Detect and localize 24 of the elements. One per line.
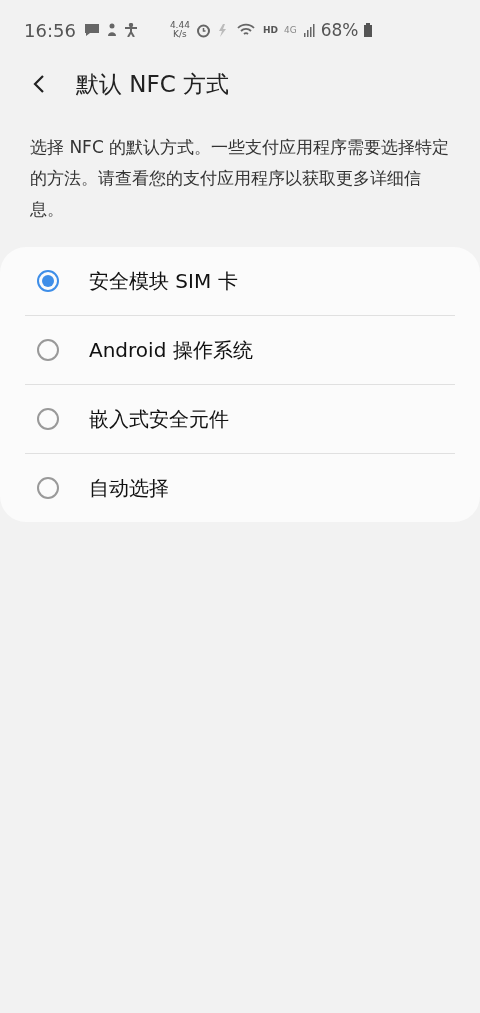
alarm-icon	[195, 22, 211, 38]
radio-button[interactable]	[37, 270, 59, 292]
option-label[interactable]: Android 操作系统	[89, 336, 253, 364]
hd-label: HD	[262, 25, 278, 35]
back-icon[interactable]	[32, 74, 46, 94]
option-label[interactable]: 自动选择	[89, 474, 169, 502]
description-text: 选择 NFC 的默认方式。一些支付应用程序需要选择特定的方法。请查看您的支付应用程序以获取更多详细信息。	[30, 136, 450, 221]
radio-button[interactable]	[37, 408, 59, 430]
accessibility-icon	[123, 23, 138, 37]
radio-button[interactable]	[37, 339, 59, 361]
status-time: 16:56	[24, 19, 76, 41]
message-icon	[83, 23, 100, 37]
speed-unit: K/s	[173, 30, 187, 39]
option-label[interactable]: 安全模块 SIM 卡	[89, 267, 238, 295]
network-label: 4G	[283, 25, 297, 35]
option-label[interactable]: 嵌入式安全元件	[89, 405, 229, 433]
radio-button[interactable]	[37, 477, 59, 499]
figure-icon	[105, 23, 118, 37]
speed-value: 4.44	[169, 21, 190, 30]
battery-percent: 68%	[320, 20, 359, 40]
battery-icon	[364, 23, 373, 37]
page-title: 默认 NFC 方式	[76, 69, 230, 99]
wifi-icon	[236, 22, 257, 38]
signal-icon	[302, 23, 315, 37]
